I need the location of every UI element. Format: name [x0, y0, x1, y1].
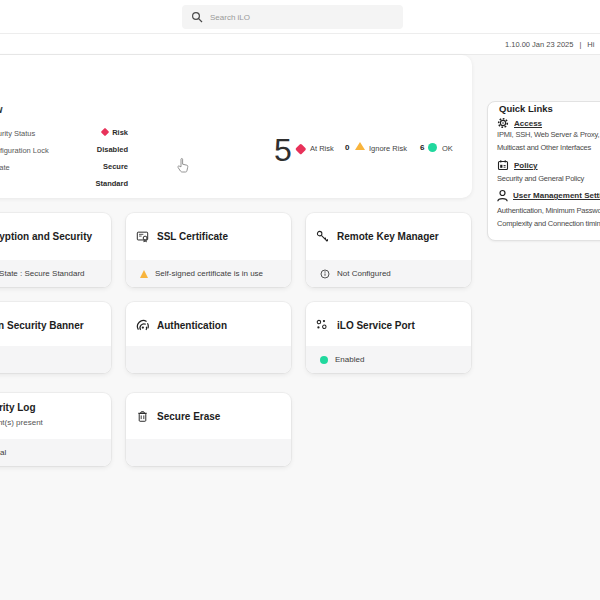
enabled-dot-icon [320, 356, 328, 364]
at-risk-label: At Risk [310, 144, 334, 153]
gear-icon [497, 117, 509, 129]
ignore-risk-label: Ignore Risk [369, 144, 407, 153]
card-footer: Enabled [306, 346, 471, 373]
user-management-description-line2: Complexity and Connection timings [497, 219, 600, 228]
overview-panel [0, 55, 472, 198]
value-server-configuration-lock: Disabled [0, 145, 128, 154]
ok-count: 6 [420, 143, 424, 152]
value-security-state-line1: Secure [0, 162, 128, 171]
card-title: Encryption and Security [0, 231, 92, 242]
policy-description-line1: Security and General Policy [497, 174, 584, 183]
access-description-line2: Multicast and Other Interfaces [497, 143, 591, 152]
card-footer: Security State : Secure Standard [0, 260, 111, 287]
quick-link-access[interactable]: Access [514, 119, 542, 128]
quick-link-policy[interactable]: Policy [514, 161, 538, 170]
card-footer: Not Configured [306, 260, 471, 287]
at-risk-count: 5 [274, 134, 291, 166]
risk-diamond-icon [101, 128, 109, 136]
ignore-risk-triangle-icon [355, 142, 365, 150]
warning-icon [140, 270, 148, 278]
trash-icon [136, 410, 149, 423]
card-title: Remote Key Manager [337, 231, 439, 242]
card-security-log[interactable]: Security Log event(s) present Informatio… [0, 393, 111, 466]
card-login-security-banner[interactable]: Login Security Banner Disabled [0, 302, 111, 373]
user-icon [496, 189, 509, 202]
card-title: Login Security Banner [0, 320, 84, 331]
overview-heading: Overview [0, 104, 2, 115]
value-overall-security-status: Risk [0, 128, 128, 137]
card-title: SSL Certificate [157, 231, 228, 242]
card-authentication[interactable]: Authentication [126, 302, 291, 373]
fingerprint-icon [136, 319, 149, 332]
service-port-icon [316, 319, 329, 332]
ok-dot-icon [428, 143, 437, 152]
card-encryption-and-security[interactable]: Encryption and Security Security State :… [0, 213, 111, 287]
card-footer [126, 346, 291, 373]
card-title: iLO Service Port [337, 320, 415, 331]
certificate-icon [136, 230, 149, 243]
card-footer: Self-signed certificate is in use [126, 260, 291, 287]
firmware-version: 1.10.00 Jan 23 2025|Hi [505, 40, 600, 49]
card-title: Secure Erase [157, 411, 220, 422]
key-icon [316, 230, 329, 243]
card-title: Authentication [157, 320, 227, 331]
user-management-description-line1: Authentication, Minimum Password [497, 206, 600, 215]
search-icon [191, 11, 203, 23]
search-input[interactable]: Search iLO [182, 5, 403, 29]
card-footer: Informational [0, 439, 111, 466]
card-ssl-certificate[interactable]: SSL Certificate Self-signed certificate … [126, 213, 291, 287]
quick-links-title: Quick Links [499, 103, 553, 114]
info-icon [320, 269, 330, 279]
ignore-risk-count: 0 [345, 143, 349, 152]
card-subtitle: event(s) present [0, 418, 43, 427]
card-footer: Disabled [0, 346, 111, 373]
quick-link-user-management[interactable]: User Management Settings [513, 191, 600, 200]
card-remote-key-manager[interactable]: Remote Key Manager Not Configured [306, 213, 471, 287]
policy-icon [497, 159, 509, 171]
card-ilo-service-port[interactable]: iLO Service Port Enabled [306, 302, 471, 373]
ok-label: OK [442, 144, 453, 153]
card-title: Security Log [0, 402, 36, 413]
mouse-cursor [177, 157, 190, 174]
access-description-line1: IPMI, SSH, Web Server & Proxy, [497, 130, 600, 139]
card-footer [126, 439, 291, 466]
search-placeholder: Search iLO [210, 13, 250, 22]
value-security-state-line2: Standard [0, 179, 128, 188]
card-secure-erase[interactable]: Secure Erase [126, 393, 291, 466]
